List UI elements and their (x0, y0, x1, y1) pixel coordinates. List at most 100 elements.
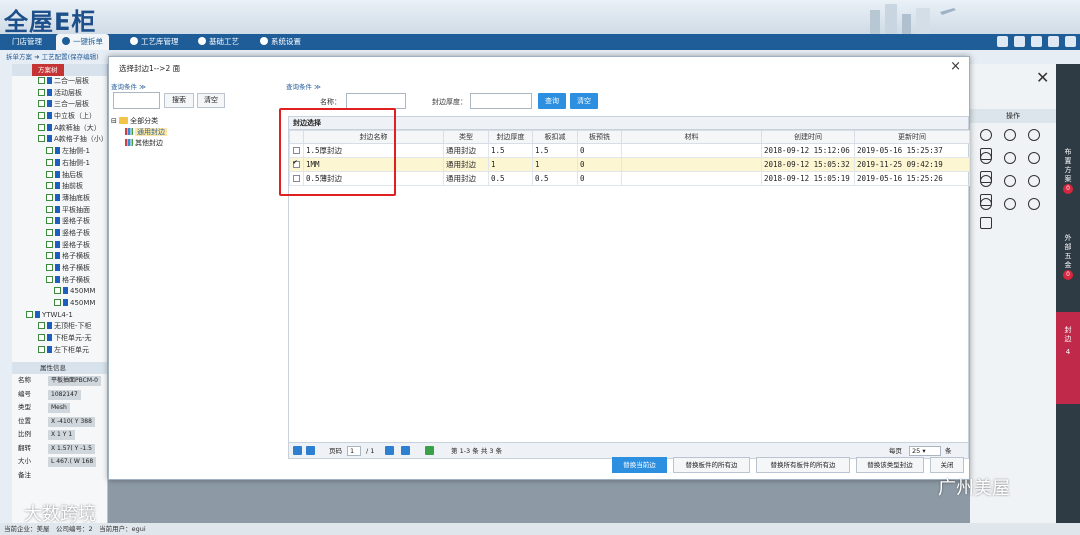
tree-node[interactable]: 无顶柜-下柜 (12, 321, 107, 333)
thickness-input[interactable] (470, 93, 532, 109)
col-header-material[interactable]: 材料 (621, 130, 762, 144)
tree-node[interactable]: 竖格子板 (12, 228, 107, 240)
nav-process-library[interactable]: 工艺库管理 (124, 34, 185, 50)
replace-all-boards-edges-button[interactable]: 替换所有板件的所有边 (756, 457, 850, 473)
tree-node[interactable]: 二合一层板 (12, 76, 107, 88)
strip-tab-hardware[interactable]: 外部五金 0 (1056, 234, 1080, 280)
replace-board-edges-button[interactable]: 替换板件的所有边 (673, 457, 750, 473)
category-search-input[interactable] (113, 92, 160, 109)
checkbox-icon[interactable] (38, 88, 45, 96)
checkbox-icon[interactable] (26, 310, 33, 318)
checkbox-icon[interactable] (46, 182, 53, 190)
property-value[interactable]: X 1.57( Y -1.5 (48, 443, 95, 454)
name-input[interactable] (346, 93, 406, 109)
col-header-thickness[interactable]: 封边厚度 (488, 130, 533, 144)
save-icon[interactable] (1014, 36, 1025, 47)
close-icon[interactable]: ✕ (1036, 68, 1049, 87)
tree-node[interactable]: 竖格子板 (12, 240, 107, 252)
tree-node[interactable]: 450MM (12, 298, 107, 310)
remove-icon[interactable] (1028, 129, 1040, 141)
tree-node[interactable]: 竖格子板 (12, 216, 107, 228)
add-icon[interactable] (980, 129, 992, 141)
tree-node[interactable]: 格子横板 (12, 275, 107, 287)
checkbox-icon[interactable] (46, 170, 53, 178)
query-conditions-toggle[interactable]: 查询条件 ≫ (286, 81, 321, 91)
gear-icon[interactable] (1048, 36, 1059, 47)
tree-node[interactable]: 薄抽底板 (12, 193, 107, 205)
prev-page-icon[interactable] (306, 446, 315, 455)
checkbox-icon[interactable] (46, 217, 53, 225)
replace-edge-type-button[interactable]: 替换该类型封边 (856, 457, 924, 473)
tree-node[interactable]: 左下柜单元 (12, 345, 107, 357)
checkbox-icon[interactable] (38, 334, 45, 342)
tree-root[interactable]: ⊟ 全部分类 (111, 116, 167, 127)
dialog-close-button[interactable]: × (950, 59, 961, 74)
add-icon[interactable] (1004, 129, 1016, 141)
col-header-type[interactable]: 类型 (443, 130, 489, 144)
property-value[interactable]: X -410( Y 388 (48, 416, 95, 427)
tree-node[interactable]: 活动层板 (12, 88, 107, 100)
checkbox-icon[interactable] (46, 275, 53, 283)
nav-system-settings[interactable]: 系统设置 (254, 34, 307, 50)
add-icon[interactable] (1004, 175, 1016, 187)
tree-node[interactable]: 下柜单元-无 (12, 333, 107, 345)
next-page-icon[interactable] (385, 446, 394, 455)
search-button[interactable]: 搜索 (164, 93, 194, 108)
clear-filter-button[interactable]: 清空 (570, 93, 598, 109)
checkbox-icon[interactable] (46, 228, 53, 236)
print-icon[interactable] (997, 36, 1008, 47)
tree-node[interactable]: 格子横板 (12, 263, 107, 275)
checkbox-icon[interactable] (46, 264, 53, 271)
exit-icon[interactable] (1065, 36, 1076, 47)
checkbox-icon[interactable] (38, 77, 45, 84)
clear-button[interactable]: 清空 (197, 93, 225, 108)
category-item-other[interactable]: 其他封边 (111, 138, 167, 149)
first-page-icon[interactable] (293, 446, 302, 455)
strip-tab-layout-scheme[interactable]: 布置方案 0 (1056, 148, 1080, 194)
tree-node[interactable]: YTWL4-1 (12, 310, 107, 322)
checkbox-icon[interactable] (54, 299, 61, 307)
checkbox-icon[interactable] (46, 240, 53, 248)
checkbox-icon[interactable] (38, 100, 45, 108)
tree-node[interactable]: 左抽侧-1 (12, 146, 107, 158)
col-header-premill[interactable]: 板预铣 (577, 130, 622, 144)
add-icon[interactable] (980, 152, 992, 164)
checkbox-icon[interactable] (54, 287, 61, 295)
remove-icon[interactable] (1028, 198, 1040, 210)
checkbox-icon[interactable] (38, 322, 45, 330)
col-header-deduct[interactable]: 板扣减 (532, 130, 578, 144)
3d-viewport[interactable] (108, 478, 970, 523)
tree-node[interactable]: 抽后板 (12, 170, 107, 182)
col-header-created[interactable]: 创建时间 (761, 130, 855, 144)
tree-node[interactable]: 450MM (12, 286, 107, 298)
property-value[interactable]: Mesh (48, 403, 70, 413)
property-value[interactable]: L 467.( W 168 (48, 457, 97, 467)
remove-icon[interactable] (1028, 152, 1040, 164)
checkbox-icon[interactable] (46, 193, 53, 201)
checkbox-icon[interactable] (38, 135, 45, 143)
tree-node[interactable]: 中立板（上） (12, 111, 107, 123)
query-button[interactable]: 查询 (538, 93, 566, 109)
tree-node[interactable]: 右抽侧-1 (12, 158, 107, 170)
property-value[interactable]: 平板抽面PBCM-0 (48, 376, 101, 386)
nav-store-management[interactable]: 门店管理 (6, 34, 48, 50)
checkbox-icon[interactable] (46, 147, 53, 155)
property-value[interactable]: X 1 Y 1 (48, 430, 76, 440)
last-page-icon[interactable] (401, 446, 410, 455)
remove-icon[interactable] (1028, 175, 1040, 187)
nav-basic-process[interactable]: 基础工艺 (192, 34, 245, 50)
property-value[interactable]: 1082147 (48, 389, 81, 400)
checkbox-icon[interactable] (38, 345, 45, 353)
tree-node[interactable]: A款裤抽（大） (12, 123, 107, 135)
tree-node[interactable]: 平板抽面 (12, 205, 107, 217)
add-icon[interactable] (980, 175, 992, 187)
checkbox-icon[interactable] (46, 252, 53, 260)
add-icon[interactable] (1004, 198, 1016, 210)
copy-icon[interactable] (980, 217, 992, 229)
nav-one-click-split[interactable]: 一键拆单 (56, 34, 109, 50)
add-icon[interactable] (980, 198, 992, 210)
checkbox-icon[interactable] (38, 123, 45, 131)
add-icon[interactable] (1004, 152, 1016, 164)
col-header-updated[interactable]: 更新时间 (854, 130, 970, 144)
category-item-general[interactable]: 通用封边 (111, 127, 167, 138)
